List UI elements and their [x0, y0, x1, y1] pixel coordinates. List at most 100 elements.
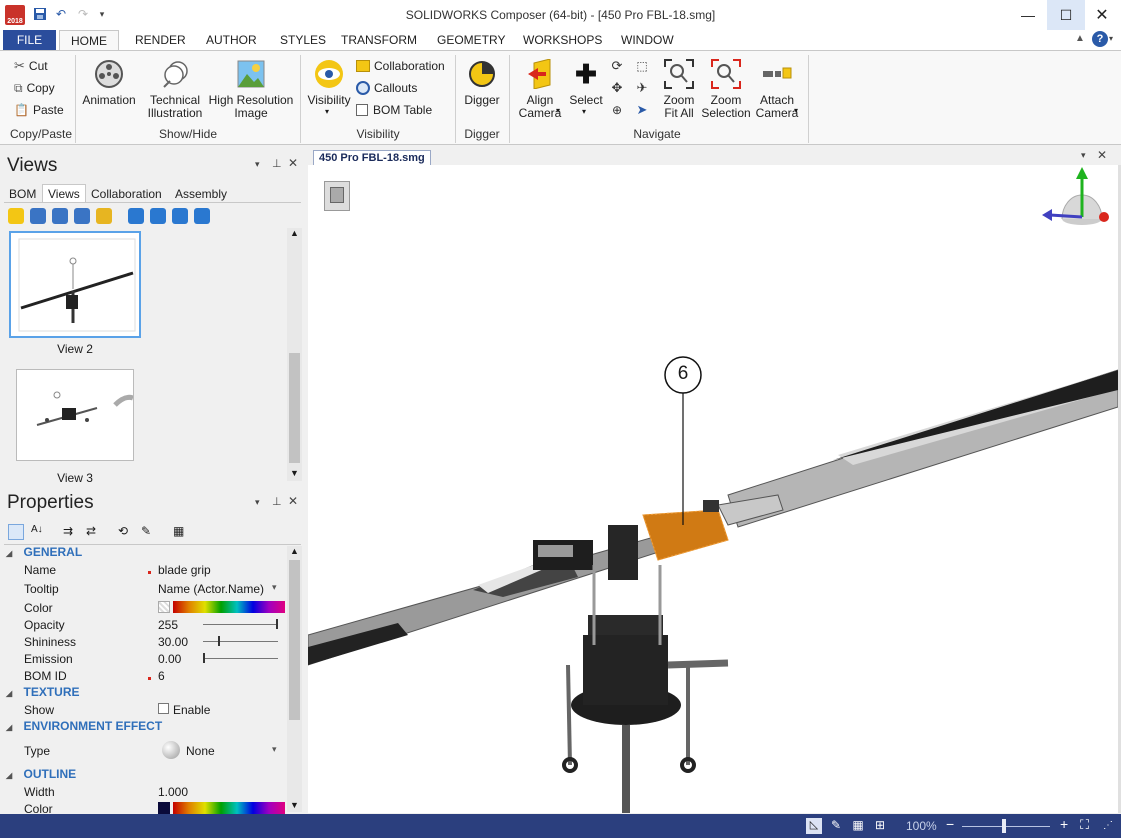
opacity-slider[interactable]	[203, 624, 278, 625]
paste-button[interactable]: 📋 Paste	[14, 102, 64, 118]
tab-styles[interactable]: STYLES	[274, 30, 332, 50]
perspective-icon[interactable]: ◺	[806, 818, 822, 834]
tab-file[interactable]: FILE	[3, 30, 56, 50]
zoom-in-icon[interactable]: +	[1060, 816, 1068, 832]
close-button[interactable]: ✕	[1083, 0, 1121, 30]
black-color-swatch[interactable]	[158, 802, 170, 814]
shininess-value[interactable]: 30.00	[158, 635, 188, 649]
emission-slider[interactable]	[203, 658, 278, 659]
create-view-icon[interactable]	[8, 208, 24, 224]
scroll-thumb[interactable]	[289, 560, 300, 720]
scroll-up-icon[interactable]: ▲	[290, 546, 299, 556]
color-spectrum-picker[interactable]	[173, 802, 285, 814]
emission-value[interactable]: 0.00	[158, 652, 181, 666]
animation-button[interactable]: Animation	[78, 56, 140, 118]
attach-camera-dropdown-icon[interactable]: ▾	[794, 106, 798, 115]
zoom-selection-button[interactable]: Zoom Selection	[701, 56, 751, 122]
update-camera-icon[interactable]	[52, 208, 68, 224]
collapse-icon[interactable]: ⇄	[86, 524, 102, 540]
enable-checkbox[interactable]	[158, 703, 169, 714]
move-down-icon[interactable]	[172, 208, 188, 224]
reset-icon[interactable]: ⟲	[118, 524, 134, 540]
property-row-color[interactable]: Color	[18, 599, 286, 616]
align-camera-dropdown-icon[interactable]: ▾	[556, 106, 560, 115]
scroll-thumb[interactable]	[289, 353, 300, 463]
play-view-icon[interactable]	[128, 208, 144, 224]
align-camera-button[interactable]: Align Camera ▾	[514, 56, 566, 122]
help-dropdown-icon[interactable]: ▾	[1109, 34, 1113, 43]
document-close-icon[interactable]: ✕	[1097, 148, 1107, 162]
orientation-triad-icon[interactable]	[1040, 165, 1110, 231]
document-list-icon[interactable]: ▾	[1081, 150, 1086, 161]
shininess-slider[interactable]	[203, 641, 278, 642]
tooltip-value[interactable]: Name (Actor.Name)	[158, 582, 264, 596]
property-row-opacity[interactable]: Opacity 255	[18, 616, 286, 633]
zoom-slider-thumb[interactable]	[1002, 819, 1006, 833]
scroll-down-icon[interactable]: ▼	[290, 468, 299, 478]
property-row-emission[interactable]: Emission 0.00	[18, 650, 286, 667]
width-value[interactable]: 1.000	[158, 785, 188, 799]
view-properties-icon[interactable]	[96, 208, 112, 224]
move-up-icon[interactable]	[150, 208, 166, 224]
callouts-button[interactable]: Callouts	[356, 80, 417, 96]
zoom-fit-all-button[interactable]: Zoom Fit All	[657, 56, 701, 122]
minimize-button[interactable]: —	[1009, 0, 1047, 30]
attach-camera-button[interactable]: Attach Camera ▾	[751, 56, 803, 122]
bom-table-toggle[interactable]: BOM Table	[356, 102, 432, 118]
tab-geometry[interactable]: GEOMETRY	[431, 30, 511, 50]
property-row-width[interactable]: Width 1.000	[18, 783, 286, 800]
scroll-down-icon[interactable]: ▼	[290, 800, 299, 810]
property-row-outline-color[interactable]: Color	[18, 800, 286, 814]
maximize-button[interactable]: ☐	[1047, 0, 1085, 30]
zoom-box-icon[interactable]: ⊞	[872, 818, 888, 834]
select-dropdown-icon[interactable]: ▾	[582, 107, 586, 116]
property-row-bom-id[interactable]: BOM ID 6	[18, 667, 286, 684]
walk-icon[interactable]: ➤	[634, 102, 650, 118]
section-outline[interactable]: ◢ OUTLINE	[6, 767, 286, 784]
zoom-slider[interactable]	[962, 826, 1050, 827]
tab-assembly[interactable]: Assembly	[175, 187, 227, 201]
help-icon[interactable]: ?	[1092, 31, 1108, 47]
type-value[interactable]: None	[186, 744, 215, 758]
view-thumbnail[interactable]	[9, 231, 141, 338]
alphabetical-icon[interactable]: A↓	[31, 524, 47, 540]
opacity-value[interactable]: 255	[158, 618, 178, 632]
visibility-button[interactable]: Visibility ▾	[304, 56, 354, 120]
tab-collaboration[interactable]: Collaboration	[91, 187, 162, 201]
select-button[interactable]: ✚ Select ▾	[566, 56, 606, 120]
document-tab[interactable]: 450 Pro FBL-18.smg	[313, 150, 431, 165]
panel-close-icon[interactable]: ✕	[288, 156, 298, 170]
zoom-out-icon[interactable]: −	[946, 816, 954, 832]
bom-id-value[interactable]: 6	[158, 669, 165, 683]
property-row-type[interactable]: Type None ▾	[18, 739, 286, 761]
visibility-dropdown-icon[interactable]: ▾	[325, 107, 329, 116]
fly-icon[interactable]: ✈	[634, 80, 650, 96]
property-row-name[interactable]: Name blade grip	[18, 561, 286, 578]
property-row-shininess[interactable]: Shininess 30.00	[18, 633, 286, 650]
opacity-slider-thumb[interactable]	[276, 619, 278, 629]
dropdown-arrow-icon[interactable]: ▾	[272, 744, 277, 755]
rotate-icon[interactable]: ⟳	[609, 58, 625, 74]
resize-grip-icon[interactable]: ⋰	[1103, 820, 1113, 831]
dropdown-arrow-icon[interactable]: ▾	[272, 582, 277, 593]
emission-slider-thumb[interactable]	[203, 653, 205, 663]
tab-workshops[interactable]: WORKSHOPS	[517, 30, 608, 50]
section-texture[interactable]: ◢ TEXTURE	[6, 685, 286, 702]
zoom-icon[interactable]: ⊕	[609, 102, 625, 118]
name-value[interactable]: blade grip	[158, 563, 211, 577]
update-view-icon[interactable]	[30, 208, 46, 224]
panel-options-icon[interactable]: ▾	[255, 497, 260, 508]
section-general[interactable]: ◢ GENERAL	[6, 545, 286, 562]
panel-options-icon[interactable]: ▾	[255, 159, 260, 170]
cut-button[interactable]: ✂ Cut	[14, 58, 48, 74]
tab-views[interactable]: Views	[42, 184, 86, 203]
3d-viewport[interactable]: 6	[308, 165, 1118, 813]
tab-transform[interactable]: TRANSFORM	[335, 30, 423, 50]
properties-scrollbar[interactable]: ▲ ▼	[287, 546, 302, 812]
section-environment-effect[interactable]: ◢ ENVIRONMENT EFFECT	[6, 719, 286, 736]
pin-icon[interactable]: ⊥	[272, 157, 282, 170]
tab-bom[interactable]: BOM	[9, 187, 36, 201]
tab-render[interactable]: RENDER	[129, 30, 192, 50]
pin-icon[interactable]: ⊥	[272, 495, 282, 508]
fit-window-icon[interactable]: ⛶	[1080, 817, 1089, 833]
